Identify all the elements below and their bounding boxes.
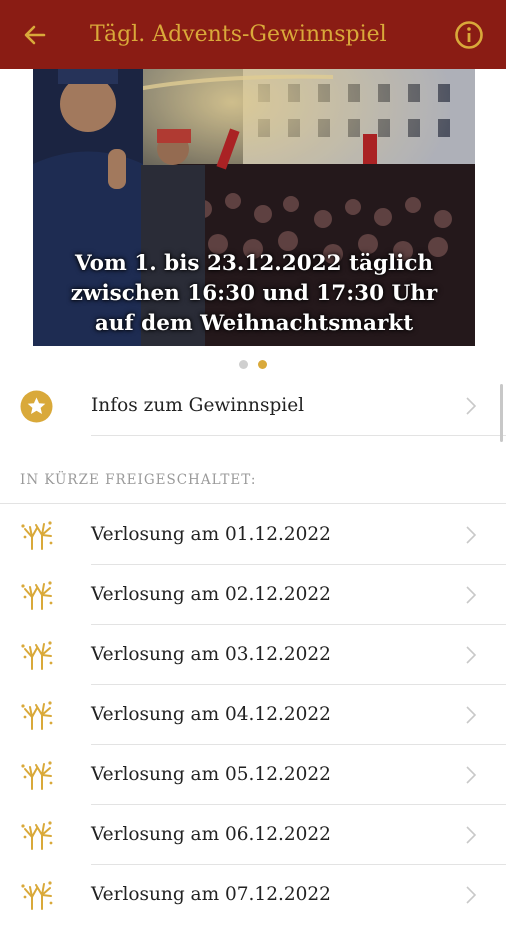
arrow-left-icon[interactable]	[22, 22, 48, 48]
draw-label: Verlosung am 05.12.2022	[91, 764, 331, 785]
section-title: IN KÜRZE FREIGESCHALTET:	[20, 472, 257, 488]
list-item[interactable]: Verlosung am 07.12.2022	[0, 865, 506, 925]
fireworks-icon	[21, 581, 53, 610]
fireworks-icon	[21, 761, 53, 790]
list-item[interactable]: Verlosung am 04.12.2022	[0, 685, 506, 745]
draw-label: Verlosung am 03.12.2022	[91, 644, 331, 665]
chevron-right-icon	[466, 826, 477, 844]
draw-label: Verlosung am 07.12.2022	[91, 884, 331, 905]
caption-line-2: zwischen 16:30 und 17:30 Uhr	[70, 281, 438, 306]
page-title: Tägl. Advents-Gewinnspiel	[90, 22, 387, 47]
list-item[interactable]: Verlosung am 03.12.2022	[0, 625, 506, 685]
chevron-right-icon	[466, 526, 477, 544]
fireworks-icon	[21, 881, 53, 910]
chevron-right-icon	[466, 397, 477, 415]
scrollbar[interactable]	[500, 384, 503, 442]
info-circle-icon[interactable]	[454, 20, 484, 50]
image-slider[interactable]: Vom 1. bis 23.12.2022 täglich zwischen 1…	[33, 69, 475, 346]
caption-line-3: auf dem Weihnachtsmarkt	[94, 311, 414, 336]
fireworks-icon	[21, 701, 53, 730]
list-item[interactable]: Verlosung am 05.12.2022	[0, 745, 506, 805]
info-row-label: Infos zum Gewinnspiel	[91, 395, 305, 416]
divider	[91, 435, 506, 436]
list-item[interactable]: Verlosung am 01.12.2022	[0, 505, 506, 565]
fireworks-icon	[21, 821, 53, 850]
slider-pagination	[0, 360, 506, 369]
draw-label: Verlosung am 01.12.2022	[91, 524, 331, 545]
pagination-dot-active[interactable]	[258, 360, 267, 369]
list-item[interactable]: Verlosung am 02.12.2022	[0, 565, 506, 625]
app-header: Tägl. Advents-Gewinnspiel	[0, 0, 506, 69]
chevron-right-icon	[466, 886, 477, 904]
pagination-dot[interactable]	[239, 360, 248, 369]
fireworks-icon	[21, 641, 53, 670]
chevron-right-icon	[466, 766, 477, 784]
chevron-right-icon	[466, 706, 477, 724]
draw-label: Verlosung am 02.12.2022	[91, 584, 331, 605]
draw-label: Verlosung am 06.12.2022	[91, 824, 331, 845]
fireworks-icon	[21, 521, 53, 550]
chevron-right-icon	[466, 646, 477, 664]
info-row[interactable]: Infos zum Gewinnspiel	[0, 376, 506, 436]
chevron-right-icon	[466, 586, 477, 604]
caption-line-1: Vom 1. bis 23.12.2022 täglich	[74, 251, 434, 276]
draw-label: Verlosung am 04.12.2022	[91, 704, 331, 725]
list-item[interactable]: Verlosung am 06.12.2022	[0, 805, 506, 865]
slide-caption: Vom 1. bis 23.12.2022 täglich zwischen 1…	[33, 249, 475, 339]
section-divider	[0, 503, 506, 504]
star-badge-icon	[20, 390, 53, 423]
